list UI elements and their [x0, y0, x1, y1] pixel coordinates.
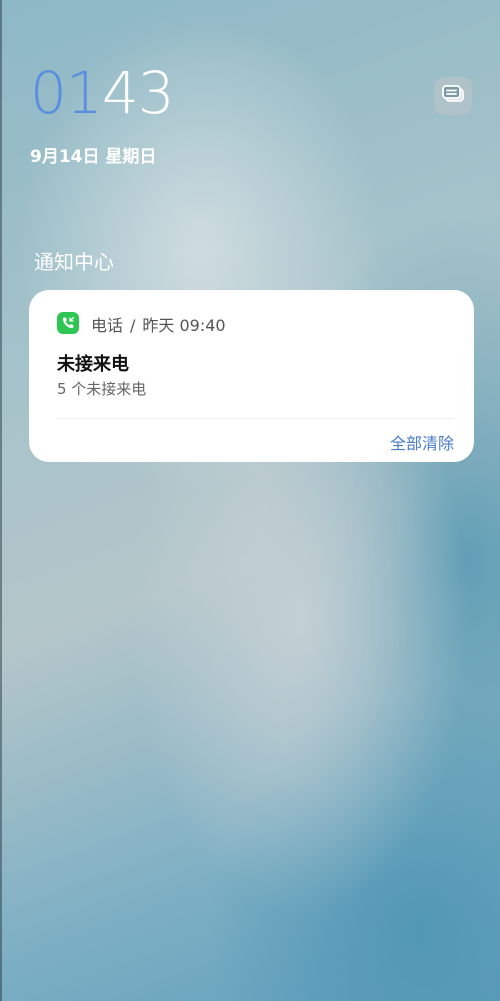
multi-window-button[interactable]	[434, 77, 472, 115]
notification-body: 5 个未接来电	[57, 380, 147, 398]
phone-icon	[57, 312, 79, 334]
notification-app-name: 电话	[91, 316, 124, 335]
card-divider	[57, 418, 454, 419]
multi-window-icon	[441, 83, 465, 109]
notification-time: 昨天 09:40	[142, 316, 226, 335]
clock-minutes: 43	[101, 59, 175, 127]
notification-center-title: 通知中心	[34, 250, 114, 274]
notification-card[interactable]: 电话 / 昨天 09:40 未接来电 5 个未接来电 全部清除	[29, 290, 474, 462]
notification-title: 未接来电	[57, 354, 129, 375]
frame-edge	[0, 0, 2, 1001]
notification-header: 电话 / 昨天 09:40	[91, 312, 226, 336]
clear-all-button[interactable]: 全部清除	[390, 430, 454, 454]
notification-header-separator: /	[130, 316, 136, 335]
lockscreen-clock: 0143	[30, 64, 175, 122]
clock-hours: 01	[30, 59, 103, 127]
lockscreen-date: 9月14日 星期日	[30, 147, 157, 167]
